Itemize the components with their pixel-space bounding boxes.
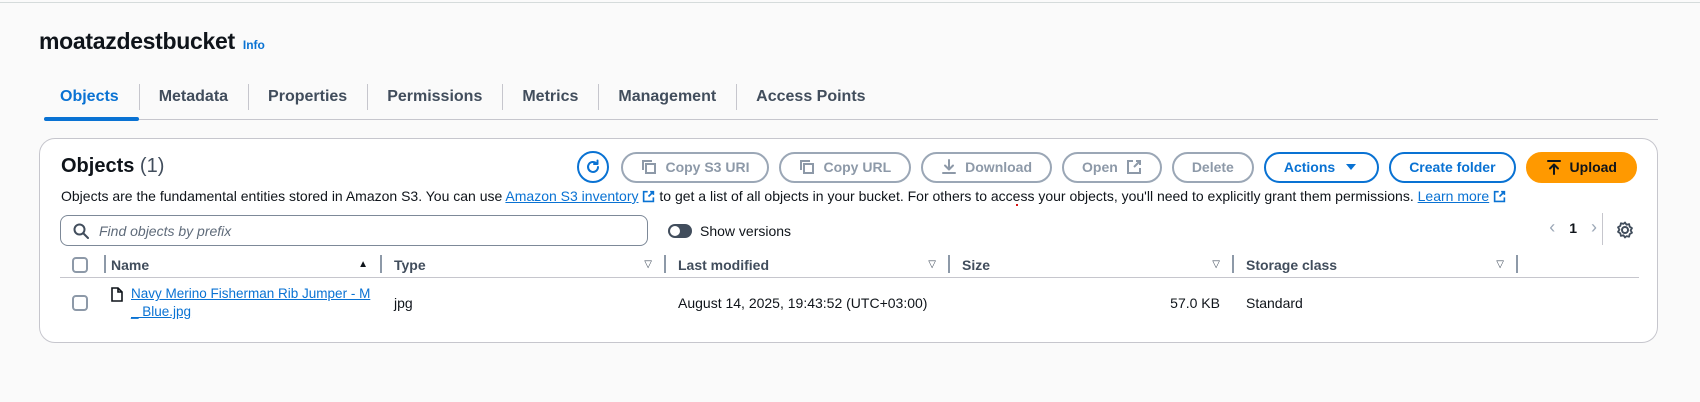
copy-s3-uri-button[interactable]: Copy S3 URI — [621, 151, 770, 183]
storage-class-cell: Standard — [1246, 295, 1303, 311]
tab-metrics[interactable]: Metrics — [502, 82, 598, 119]
column-divider — [664, 255, 666, 273]
object-count: (1) — [139, 155, 165, 177]
row-checkbox[interactable] — [72, 295, 88, 311]
create-folder-label: Create folder — [1409, 159, 1496, 175]
column-header-type-label: Type — [394, 256, 426, 273]
sort-icon: ▽ — [928, 259, 936, 270]
external-link-icon — [1126, 159, 1142, 175]
objects-description: Objects are the fundamental entities sto… — [61, 188, 1506, 204]
open-button[interactable]: Open — [1062, 151, 1162, 183]
tab-permissions[interactable]: Permissions — [367, 82, 502, 119]
learn-more-label: Learn more — [1417, 188, 1490, 204]
sort-icon: ▽ — [644, 259, 652, 270]
objects-toolbar: Copy S3 URI Copy URL Download Open Delet… — [577, 151, 1637, 183]
panel-title: Objects (1) — [61, 155, 164, 178]
file-icon — [111, 286, 123, 302]
actions-label: Actions — [1283, 159, 1336, 175]
tab-access-points[interactable]: Access Points — [736, 82, 885, 119]
delete-button[interactable]: Delete — [1171, 151, 1254, 183]
actions-button[interactable]: Actions — [1263, 151, 1380, 183]
upload-label: Upload — [1569, 159, 1617, 175]
show-versions-control: Show versions — [668, 223, 791, 239]
column-header-last-modified-label: Last modified — [678, 256, 770, 273]
copy-icon — [799, 159, 815, 175]
sort-icon: ▽ — [1496, 259, 1504, 270]
copy-s3-uri-label: Copy S3 URI — [665, 159, 750, 175]
copy-icon — [641, 159, 657, 175]
open-label: Open — [1082, 159, 1118, 175]
upload-button[interactable]: Upload — [1525, 151, 1637, 183]
copy-url-button[interactable]: Copy URL — [779, 151, 912, 183]
tab-management[interactable]: Management — [598, 82, 736, 119]
sort-ascending-icon: ▲ — [358, 259, 368, 270]
pagination-divider — [1602, 213, 1603, 245]
bucket-header: moatazdestbucket Info — [39, 28, 265, 55]
copy-url-label: Copy URL — [823, 159, 892, 175]
last-modified-cell: August 14, 2025, 19:43:52 (UTC+03:00) — [678, 295, 928, 311]
s3-inventory-link-label: Amazon S3 inventory — [505, 188, 639, 204]
description-text-2: to get a list of all objects in your buc… — [655, 188, 1418, 204]
delete-label: Delete — [1191, 159, 1234, 175]
panel-title-text: Objects — [61, 155, 135, 177]
object-name-link[interactable]: Navy Merino Fisherman Rib Jumper - M _ B… — [131, 285, 381, 321]
objects-table: Name ▲ Type ▽ Last modified ▽ Size ▽ Sto… — [60, 252, 1639, 328]
table-row: Navy Merino Fisherman Rib Jumper - M _ B… — [60, 278, 1639, 328]
column-header-last-modified[interactable]: Last modified ▽ — [678, 252, 950, 277]
search-icon — [73, 223, 89, 239]
column-header-name-label: Name — [111, 256, 150, 273]
s3-inventory-link[interactable]: Amazon S3 inventory — [505, 188, 655, 204]
row-select-cell — [72, 278, 88, 328]
info-link[interactable]: Info — [243, 38, 265, 52]
select-all-cell — [72, 252, 108, 277]
stray-pixel — [1016, 204, 1018, 206]
upload-icon — [1546, 159, 1562, 175]
learn-more-link[interactable]: Learn more — [1418, 188, 1507, 204]
column-header-type[interactable]: Type ▽ — [394, 252, 666, 277]
pagination: ‹ 1 › — [1549, 217, 1597, 238]
sort-icon: ▽ — [1212, 259, 1220, 270]
table-header: Name ▲ Type ▽ Last modified ▽ Size ▽ Sto… — [60, 252, 1639, 278]
column-divider — [1232, 255, 1234, 273]
objects-panel: Objects (1) Copy S3 URI Copy URL Downloa… — [39, 138, 1658, 343]
show-versions-label: Show versions — [700, 223, 792, 239]
external-link-icon — [1494, 190, 1506, 203]
type-cell: jpg — [394, 295, 413, 311]
tab-objects[interactable]: Objects — [44, 82, 139, 121]
create-folder-button[interactable]: Create folder — [1389, 151, 1516, 183]
next-page-icon[interactable]: › — [1591, 217, 1597, 238]
bucket-title: moatazdestbucket — [39, 28, 235, 54]
top-divider — [0, 2, 1700, 3]
previous-page-icon[interactable]: ‹ — [1549, 217, 1555, 238]
show-versions-toggle[interactable] — [668, 224, 692, 238]
external-link-icon — [643, 190, 655, 203]
search-box[interactable] — [60, 215, 648, 246]
search-input[interactable] — [99, 222, 619, 239]
refresh-button[interactable] — [577, 151, 610, 183]
column-divider — [104, 255, 106, 273]
download-icon — [941, 159, 957, 175]
download-button[interactable]: Download — [921, 151, 1053, 183]
description-text-1: Objects are the fundamental entities sto… — [61, 188, 506, 204]
column-divider — [1516, 255, 1518, 273]
current-page[interactable]: 1 — [1569, 220, 1577, 236]
column-header-name[interactable]: Name ▲ — [108, 252, 382, 277]
column-header-size-label: Size — [962, 256, 991, 273]
name-cell: Navy Merino Fisherman Rib Jumper - M _ B… — [111, 278, 381, 328]
column-divider — [948, 255, 950, 273]
column-header-size[interactable]: Size ▽ — [962, 252, 1234, 277]
select-all-checkbox[interactable] — [72, 256, 88, 273]
column-header-storage-class-label: Storage class — [1246, 256, 1338, 273]
column-header-storage-class[interactable]: Storage class ▽ — [1246, 252, 1518, 277]
tab-metadata[interactable]: Metadata — [138, 82, 248, 119]
download-label: Download — [965, 159, 1033, 175]
caret-down-icon — [1343, 159, 1359, 175]
settings-icon[interactable] — [1615, 220, 1635, 240]
column-divider — [380, 255, 382, 273]
tab-properties[interactable]: Properties — [248, 82, 367, 119]
refresh-icon — [585, 159, 601, 175]
size-cell: 57.0 KB — [1170, 295, 1220, 311]
bucket-tabs: Objects Metadata Properties Permissions … — [44, 82, 1658, 121]
